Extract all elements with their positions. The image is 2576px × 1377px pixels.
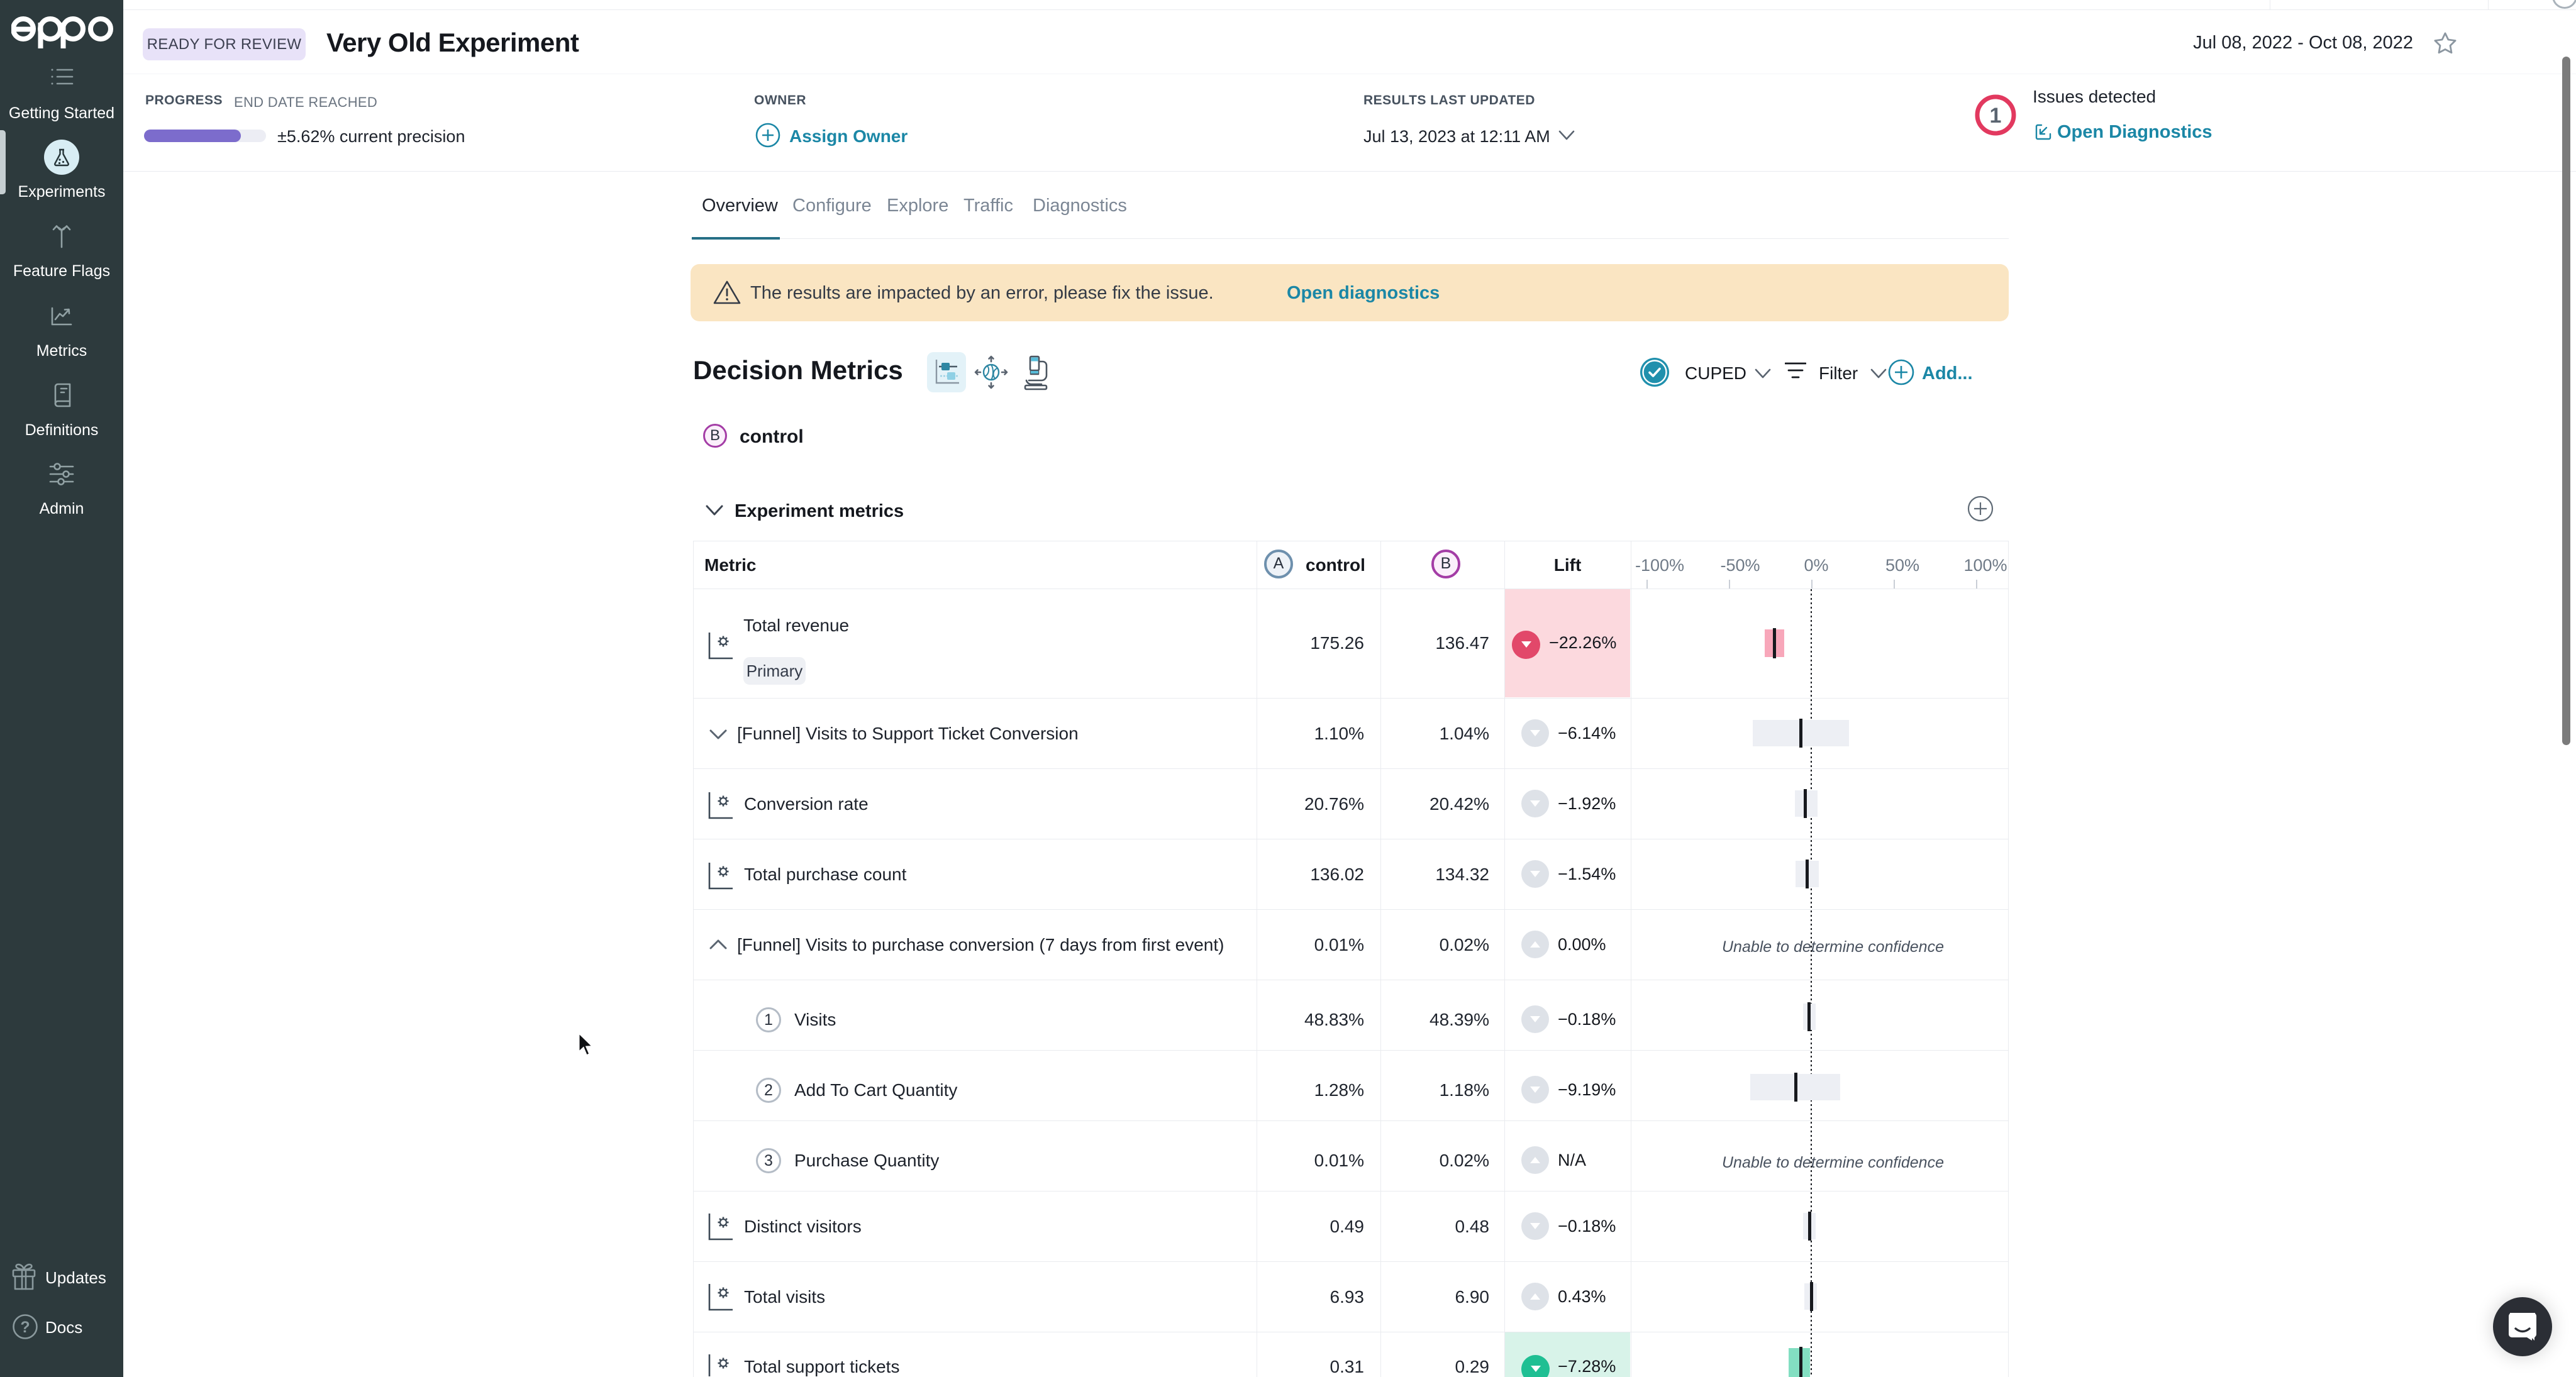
svg-text:1: 1 <box>1990 104 2002 128</box>
svg-text:?: ? <box>20 1319 30 1336</box>
